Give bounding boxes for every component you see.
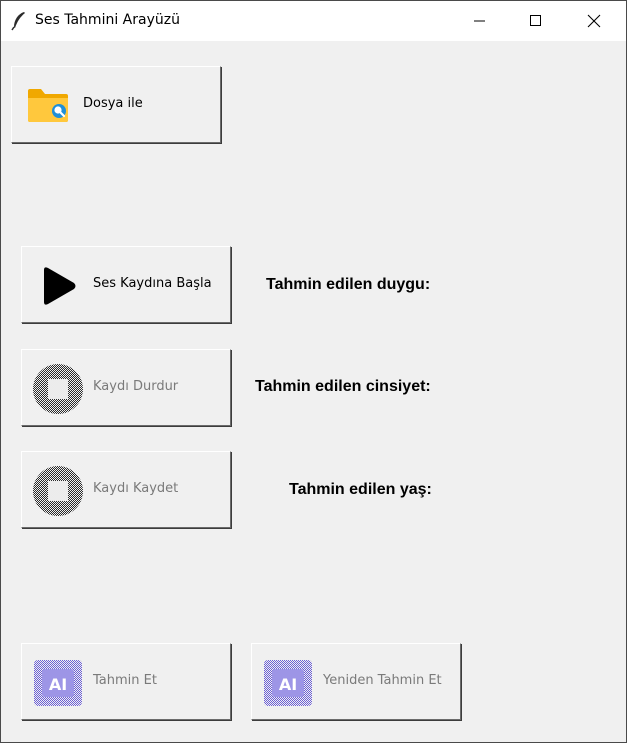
minimize-icon (474, 20, 485, 22)
repredict-button[interactable]: AI Yeniden Tahmin Et (251, 643, 461, 720)
predict-button-label: Tahmin Et (93, 673, 157, 688)
start-record-label: Ses Kaydına Başla (93, 276, 212, 291)
play-icon (40, 265, 78, 311)
feather-icon (11, 11, 27, 31)
gender-result-label: Tahmin edilen cinsiyet: (255, 378, 431, 395)
ai-chip-icon: AI (33, 657, 83, 713)
predict-button[interactable]: AI Tahmin Et (21, 643, 231, 720)
start-record-button[interactable]: Ses Kaydına Başla (21, 246, 231, 323)
stop-record-button[interactable]: Kaydı Durdur (21, 349, 231, 426)
title-bar[interactable]: Ses Tahmini Arayüzü (1, 1, 626, 41)
close-icon (587, 14, 601, 28)
save-record-label: Kaydı Kaydet (93, 481, 179, 496)
ai-chip-icon: AI (263, 657, 313, 713)
file-button-label: Dosya ile (83, 96, 143, 111)
app-window: Ses Tahmini Arayüzü Dosya ile Ses Kaydın… (0, 0, 627, 743)
maximize-button[interactable] (513, 1, 559, 41)
file-button[interactable]: Dosya ile (11, 66, 221, 143)
stop-icon (32, 363, 84, 419)
stop-icon (32, 465, 84, 521)
folder-search-icon (26, 87, 70, 127)
svg-text:AI: AI (279, 675, 297, 694)
save-record-button[interactable]: Kaydı Kaydet (21, 451, 231, 528)
repredict-button-label: Yeniden Tahmin Et (323, 673, 442, 688)
window-title: Ses Tahmini Arayüzü (35, 12, 180, 28)
svg-text:AI: AI (49, 675, 67, 694)
maximize-icon (530, 15, 541, 26)
close-button[interactable] (571, 1, 617, 41)
age-result-label: Tahmin edilen yaş: (289, 481, 432, 498)
emotion-result-label: Tahmin edilen duygu: (266, 276, 431, 293)
stop-record-label: Kaydı Durdur (93, 379, 179, 394)
minimize-button[interactable] (457, 1, 503, 41)
